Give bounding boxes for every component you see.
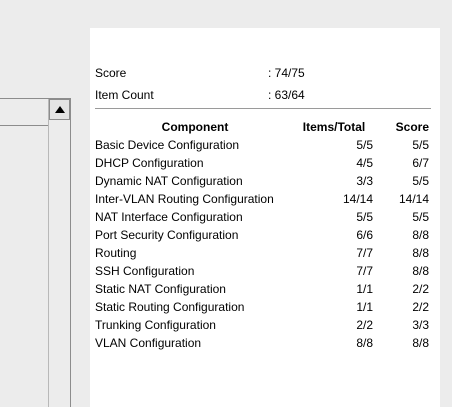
table-row: Basic Device Configuration 5/5 5/5: [95, 136, 429, 154]
table-row: Routing 7/7 8/8: [95, 244, 429, 262]
table-row: NAT Interface Configuration 5/5 5/5: [95, 208, 429, 226]
component-cell: Trunking Configuration: [95, 318, 216, 332]
items-cell: 5/5: [356, 210, 373, 224]
score-cell: 14/14: [398, 192, 429, 206]
table-row: Inter-VLAN Routing Configuration 14/14 1…: [95, 190, 429, 208]
component-cell: Static NAT Configuration: [95, 282, 226, 296]
component-cell: SSH Configuration: [95, 264, 195, 278]
items-cell: 7/7: [356, 264, 373, 278]
items-cell: 6/6: [356, 228, 373, 242]
component-cell: VLAN Configuration: [95, 336, 202, 350]
items-cell: 5/5: [356, 138, 373, 152]
component-cell: DHCP Configuration: [95, 156, 204, 170]
score-value: : 74/75: [268, 66, 305, 80]
table-header-row: Component Items/Total Score: [95, 118, 429, 136]
item-count-row: Item Count : 63/64: [95, 87, 435, 103]
component-results-table: Component Items/Total Score Basic Device…: [95, 118, 429, 352]
right-window-edge: [440, 28, 452, 407]
table-row: SSH Configuration 7/7 8/8: [95, 262, 429, 280]
component-cell: Dynamic NAT Configuration: [95, 174, 243, 188]
items-cell: 4/5: [356, 156, 373, 170]
triangle-up-icon: [54, 106, 65, 113]
item-count-value: : 63/64: [268, 88, 305, 102]
top-strip: [0, 0, 452, 28]
component-cell: Basic Device Configuration: [95, 138, 240, 152]
column-header-component: Component: [161, 120, 229, 134]
assessment-tree-pane[interactable]: [0, 98, 71, 407]
items-cell: 8/8: [356, 336, 373, 350]
score-cell: 8/8: [412, 246, 429, 260]
component-cell: Port Security Configuration: [95, 228, 239, 242]
scroll-up-button[interactable]: [49, 99, 70, 120]
score-cell: 6/7: [412, 156, 429, 170]
score-cell: 5/5: [412, 138, 429, 152]
component-cell: NAT Interface Configuration: [95, 210, 243, 224]
score-cell: 8/8: [412, 264, 429, 278]
results-panel: Score : 74/75 Item Count : 63/64 Compone…: [90, 28, 440, 407]
component-cell: Inter-VLAN Routing Configuration: [95, 192, 274, 206]
score-cell: 2/2: [412, 282, 429, 296]
table-row: Port Security Configuration 6/6 8/8: [95, 226, 429, 244]
score-cell: 8/8: [412, 228, 429, 242]
column-header-score: Score: [395, 120, 429, 134]
component-cell: Static Routing Configuration: [95, 300, 245, 314]
table-row: Static Routing Configuration 1/1 2/2: [95, 298, 429, 316]
table-row: Dynamic NAT Configuration 3/3 5/5: [95, 172, 429, 190]
table-row: DHCP Configuration 4/5 6/7: [95, 154, 429, 172]
score-cell: 5/5: [412, 210, 429, 224]
score-cell: 8/8: [412, 336, 429, 350]
score-row: Score : 74/75: [95, 65, 435, 81]
items-cell: 2/2: [356, 318, 373, 332]
table-row: Static NAT Configuration 1/1 2/2: [95, 280, 429, 298]
items-cell: 14/14: [342, 192, 373, 206]
item-count-label: Item Count: [95, 88, 154, 102]
column-header-items-total: Items/Total: [302, 120, 366, 134]
items-cell: 1/1: [356, 282, 373, 296]
score-cell: 2/2: [412, 300, 429, 314]
items-cell: 3/3: [356, 174, 373, 188]
score-cell: 5/5: [412, 174, 429, 188]
activity-results-window: Score : 74/75 Item Count : 63/64 Compone…: [0, 0, 452, 407]
table-row: VLAN Configuration 8/8 8/8: [95, 334, 429, 352]
items-cell: 1/1: [356, 300, 373, 314]
items-cell: 7/7: [356, 246, 373, 260]
summary-separator: [95, 108, 431, 109]
table-row: Trunking Configuration 2/2 3/3: [95, 316, 429, 334]
tree-vertical-scrollbar[interactable]: [48, 99, 70, 407]
component-cell: Routing: [95, 246, 137, 260]
tree-header-divider: [0, 125, 48, 126]
score-label: Score: [95, 66, 127, 80]
score-cell: 3/3: [412, 318, 429, 332]
